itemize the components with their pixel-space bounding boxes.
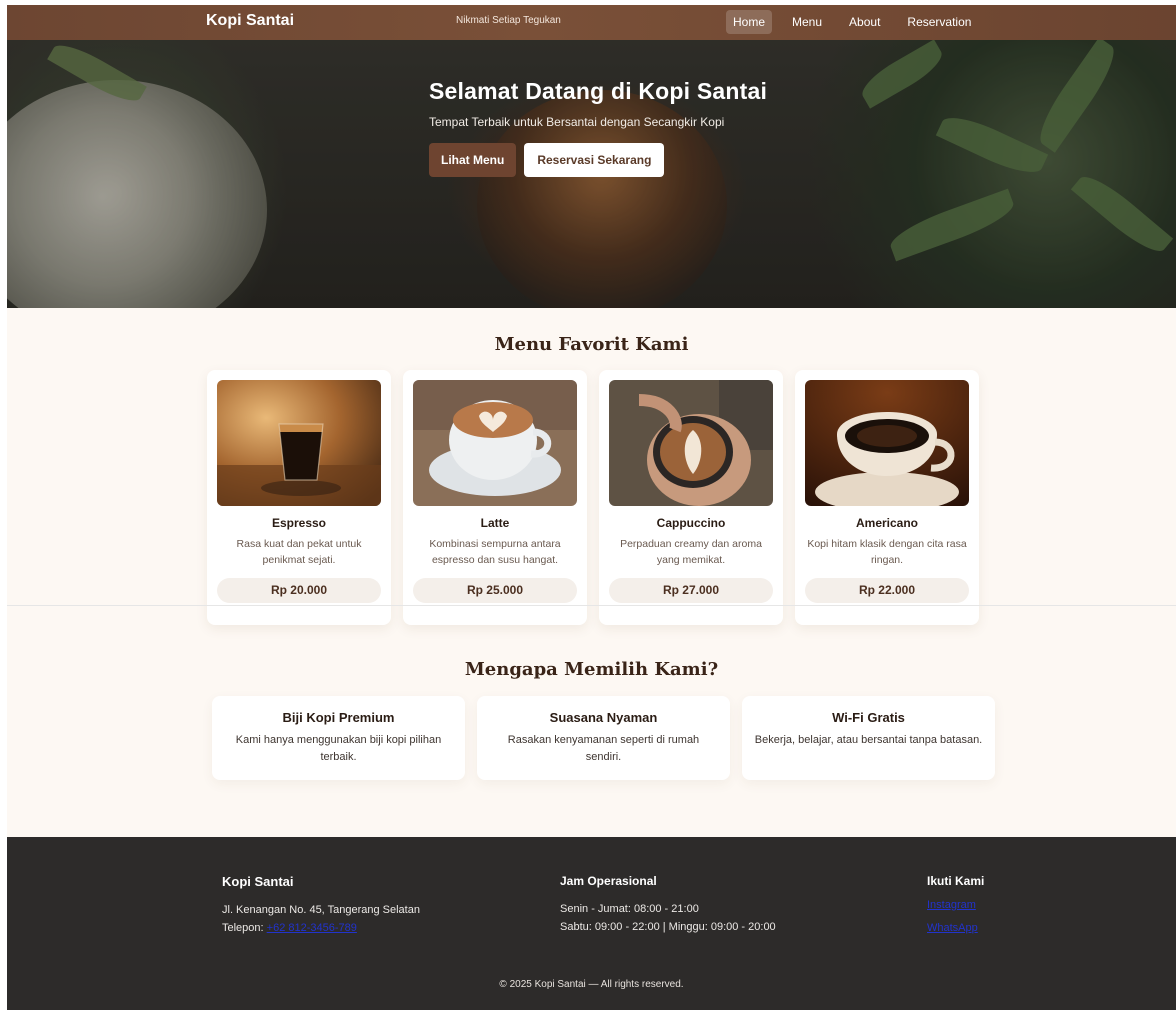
why-cards: Biji Kopi Premium Kami hanya menggunakan… — [212, 696, 995, 780]
hero-banner: Selamat Datang di Kopi Santai Tempat Ter… — [7, 40, 1176, 308]
menu-section-title: Menu Favorit Kami — [494, 334, 689, 355]
menu-item-name: Latte — [480, 516, 510, 530]
feature-title: Suasana Nyaman — [549, 710, 658, 725]
menu-item-name: Espresso — [271, 516, 327, 530]
footer-phone-link[interactable]: +62 812-3456-789 — [267, 922, 357, 934]
brand-logo[interactable]: Kopi Santai — [206, 12, 294, 30]
nav-link-menu[interactable]: Menu — [785, 10, 829, 34]
menu-item-desc: Kombinasi sempurna antara espresso dan s… — [429, 538, 561, 566]
feature-desc: Rasakan kenyamanan seperti di rumah send… — [507, 734, 700, 763]
navbar: Kopi Santai Nikmati Setiap Tegukan Home … — [7, 5, 1176, 40]
social-title: Ikuti Kami — [927, 874, 985, 888]
hero-title: Selamat Datang di Kopi Santai — [429, 78, 768, 104]
footer-hours: Jam Operasional Senin - Jumat: 08:00 - 2… — [560, 874, 776, 936]
menu-item-desc: Rasa kuat dan pekat untuk penikmat sejat… — [236, 538, 362, 566]
nav-link-home[interactable]: Home — [726, 10, 773, 34]
americano-image — [805, 380, 969, 506]
feature-title: Biji Kopi Premium — [282, 710, 395, 725]
menu-item-name: Americano — [855, 516, 919, 530]
menu-card-latte[interactable]: Latte Kombinasi sempurna antara espresso… — [403, 370, 587, 625]
footer-phone-label: Telepon: — [222, 922, 267, 934]
menu-item-price: Rp 25.000 — [413, 578, 577, 603]
menu-card-americano[interactable]: Americano Kopi hitam klasik dengan cita … — [795, 370, 979, 625]
hours-weekday: Senin - Jumat: 08:00 - 21:00 — [560, 903, 699, 915]
menu-item-desc: Kopi hitam klasik dengan cita rasa ringa… — [807, 538, 967, 566]
footer: Kopi Santai Jl. Kenangan No. 45, Tangera… — [7, 837, 1176, 1010]
menu-item-price: Rp 22.000 — [805, 578, 969, 603]
page: Kopi Santai Nikmati Setiap Tegukan Home … — [7, 5, 1176, 1010]
footer-brand: Kopi Santai — [222, 874, 294, 889]
menu-cards: Espresso Rasa kuat dan pekat untuk penik… — [207, 370, 979, 625]
menu-item-price: Rp 27.000 — [609, 578, 773, 603]
view-menu-button[interactable]: Lihat Menu — [429, 143, 517, 177]
hero-content: Selamat Datang di Kopi Santai Tempat Ter… — [429, 78, 767, 177]
nav-link-about[interactable]: About — [842, 10, 887, 34]
nav-link-reservation[interactable]: Reservation — [900, 10, 978, 34]
feature-title: Wi-Fi Gratis — [832, 710, 905, 725]
footer-address: Jl. Kenangan No. 45, Tangerang Selatan — [222, 904, 420, 916]
menu-item-name: Cappuccino — [656, 516, 726, 530]
feature-card-comfort: Suasana Nyaman Rasakan kenyamanan sepert… — [477, 696, 730, 780]
copyright: © 2025 Kopi Santai — All rights reserved… — [499, 979, 684, 990]
footer-phone-line: Telepon: +62 812-3456-789 — [222, 919, 420, 937]
why-section-title: Mengapa Memilih Kami? — [464, 659, 719, 680]
menu-card-espresso[interactable]: Espresso Rasa kuat dan pekat untuk penik… — [207, 370, 391, 625]
whatsapp-link[interactable]: WhatsApp — [927, 917, 984, 940]
footer-social: Ikuti Kami Instagram WhatsApp — [927, 874, 984, 940]
section-divider — [7, 605, 1176, 606]
feature-card-wifi: Wi-Fi Gratis Bekerja, belajar, atau bers… — [742, 696, 995, 780]
feature-card-premium-beans: Biji Kopi Premium Kami hanya menggunakan… — [212, 696, 465, 780]
hero-subtitle: Tempat Terbaik untuk Bersantai dengan Se… — [429, 115, 725, 129]
latte-image — [413, 380, 577, 506]
menu-item-price: Rp 20.000 — [217, 578, 381, 603]
feature-desc: Kami hanya menggunakan biji kopi pilihan… — [235, 734, 442, 763]
menu-card-cappuccino[interactable]: Cappuccino Perpaduan creamy dan aroma ya… — [599, 370, 783, 625]
hours-weekend: Sabtu: 09:00 - 22:00 | Minggu: 09:00 - 2… — [560, 921, 776, 933]
footer-contact: Kopi Santai Jl. Kenangan No. 45, Tangera… — [222, 874, 420, 937]
hero-buttons: Lihat Menu Reservasi Sekarang — [429, 143, 767, 177]
hours-title: Jam Operasional — [560, 874, 657, 888]
menu-item-desc: Perpaduan creamy dan aroma yang memikat. — [620, 538, 762, 566]
feature-desc: Bekerja, belajar, atau bersantai tanpa b… — [754, 734, 983, 746]
instagram-link[interactable]: Instagram — [927, 894, 984, 917]
cappuccino-image — [609, 380, 773, 506]
reserve-now-button[interactable]: Reservasi Sekarang — [524, 143, 665, 177]
nav-tagline: Nikmati Setiap Tegukan — [456, 15, 561, 26]
espresso-image — [217, 380, 381, 506]
nav-links: Home Menu About Reservation — [726, 10, 987, 34]
